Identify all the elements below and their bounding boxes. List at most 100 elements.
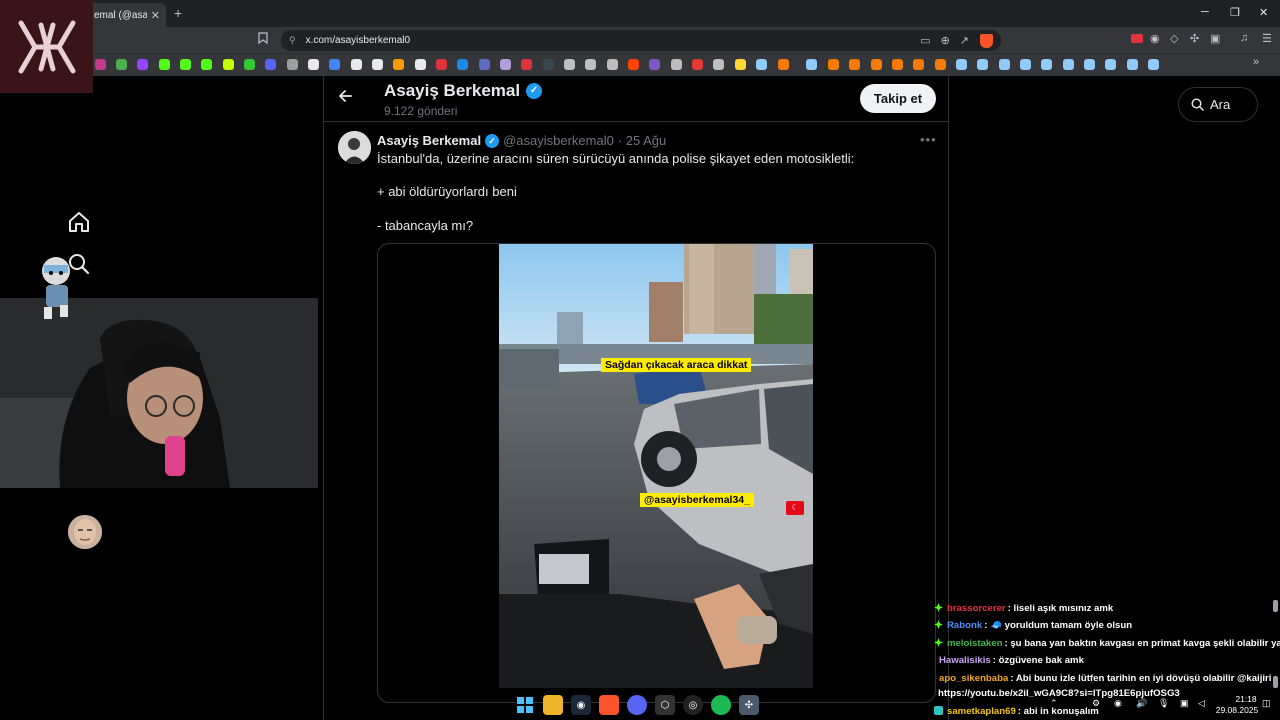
bookmark-icon[interactable]	[828, 59, 839, 70]
more-options-icon[interactable]: •••	[920, 132, 937, 147]
extension-icon[interactable]	[1130, 32, 1144, 47]
volume-icon[interactable]: 🔊	[1136, 698, 1147, 709]
bookmark-icon[interactable]	[393, 59, 404, 70]
discord-icon[interactable]	[627, 695, 647, 715]
share-icon[interactable]: ↗	[960, 34, 969, 47]
bookmark-icon[interactable]	[415, 59, 426, 70]
bookmark-icon[interactable]	[564, 59, 575, 70]
site-info-icon[interactable]: ⚲	[289, 35, 296, 46]
bookmark-icon[interactable]	[159, 59, 170, 70]
media-icon[interactable]: ♫	[1240, 32, 1248, 44]
bookmark-icon[interactable]	[585, 59, 596, 70]
bookmark-icon[interactable]	[1041, 59, 1052, 70]
bookmark-icon[interactable]	[137, 59, 148, 70]
browser-tab[interactable]: emal (@asayi ✕	[88, 3, 166, 27]
bookmark-icon[interactable]	[935, 59, 946, 70]
clock-date[interactable]: 29.08.2025	[1212, 705, 1262, 715]
address-bar[interactable]: ⚲ x.com/asayisberkemal0 ▭ ⊕ ↗	[281, 30, 1001, 51]
bookmark-icon[interactable]	[628, 59, 639, 70]
bookmark-icon[interactable]	[521, 59, 532, 70]
rewards-icon[interactable]: ◇	[1170, 32, 1178, 45]
steam-icon[interactable]: ◉	[571, 695, 591, 715]
maximize-button[interactable]: ❐	[1230, 6, 1240, 19]
bookmark-icon[interactable]	[956, 59, 967, 70]
bookmark-icon[interactable]	[1063, 59, 1074, 70]
bookmark-icon[interactable]	[806, 59, 817, 70]
bookmark-icon[interactable]	[892, 59, 903, 70]
bookmark-icon[interactable]	[308, 59, 319, 70]
bookmark-icon[interactable]	[258, 32, 268, 47]
bookmark-icon[interactable]	[372, 59, 383, 70]
mic-icon[interactable]: 🎙	[1158, 698, 1169, 709]
tweet-date[interactable]: · 25 Ağu	[618, 133, 666, 148]
steam-tray-icon[interactable]: ◉	[1114, 698, 1122, 709]
bookmark-icon[interactable]	[500, 59, 511, 70]
bookmark-icon[interactable]	[287, 59, 298, 70]
bookmark-icon[interactable]	[1084, 59, 1095, 70]
bookmark-icon[interactable]	[116, 59, 127, 70]
bookmark-icon[interactable]	[436, 59, 447, 70]
clock-time[interactable]: 21:18	[1226, 694, 1266, 704]
bookmark-icon[interactable]	[778, 59, 789, 70]
tray-chevron-icon[interactable]: ⌃	[1050, 698, 1058, 709]
new-tab-button[interactable]: +	[174, 5, 182, 21]
tray-app-icon[interactable]: ⚙	[1092, 698, 1100, 709]
app-icon[interactable]: ◎	[683, 695, 703, 715]
tweet-video[interactable]: Sağdan çıkacak araca dikkat @asayisberke…	[499, 244, 813, 688]
network-icon[interactable]: ▣	[1180, 698, 1189, 709]
more-bookmarks-icon[interactable]: »	[1253, 56, 1259, 68]
bookmark-icon[interactable]	[1105, 59, 1116, 70]
bookmark-icon[interactable]	[223, 59, 234, 70]
bookmark-icon[interactable]	[543, 59, 554, 70]
bookmark-icon[interactable]	[671, 59, 682, 70]
brave-icon[interactable]	[599, 695, 619, 715]
wallet-icon[interactable]: ◉	[1150, 32, 1160, 45]
bookmark-icon[interactable]	[351, 59, 362, 70]
tab-close-icon[interactable]: ✕	[151, 9, 160, 22]
search-box[interactable]: Ara	[1178, 87, 1258, 122]
author-avatar[interactable]	[338, 131, 371, 164]
bookmark-icon[interactable]	[1020, 59, 1031, 70]
speaker-icon[interactable]: ◁	[1198, 698, 1205, 709]
scrollbar-thumb[interactable]	[1273, 600, 1278, 612]
tweet-author-name[interactable]: Asayiş Berkemal	[377, 133, 481, 148]
follow-button[interactable]: Takip et	[860, 84, 936, 113]
bookmark-icon[interactable]	[95, 59, 106, 70]
start-icon[interactable]	[515, 695, 535, 715]
bookmark-icon[interactable]	[607, 59, 618, 70]
bookmark-icon[interactable]	[1148, 59, 1159, 70]
minimize-button[interactable]: ─	[1201, 6, 1209, 18]
bookmark-icon[interactable]	[999, 59, 1010, 70]
zoom-icon[interactable]: ⊕	[941, 34, 950, 47]
bookmark-icon[interactable]	[201, 59, 212, 70]
file-explorer-icon[interactable]	[543, 695, 563, 715]
app-icon[interactable]: ✣	[739, 695, 759, 715]
sidebar-icon[interactable]: ▣	[1210, 32, 1220, 45]
bookmark-icon[interactable]	[244, 59, 255, 70]
bookmark-icon[interactable]	[479, 59, 490, 70]
bookmark-icon[interactable]	[1127, 59, 1138, 70]
tweet-handle[interactable]: @asayisberkemal0	[503, 133, 614, 148]
bookmark-icon[interactable]	[329, 59, 340, 70]
bookmark-icon[interactable]	[457, 59, 468, 70]
scrollbar-thumb[interactable]	[1273, 676, 1278, 688]
bookmark-icon[interactable]	[692, 59, 703, 70]
bookmark-icon[interactable]	[913, 59, 924, 70]
cast-icon[interactable]: ▭	[920, 34, 930, 47]
home-icon[interactable]	[67, 210, 91, 234]
bookmark-icon[interactable]	[871, 59, 882, 70]
back-arrow-icon[interactable]	[337, 88, 353, 109]
bookmark-icon[interactable]	[180, 59, 191, 70]
spotify-icon[interactable]	[711, 695, 731, 715]
bookmark-icon[interactable]	[713, 59, 724, 70]
folder-icon[interactable]	[735, 59, 746, 70]
bookmark-icon[interactable]	[756, 59, 767, 70]
bookmark-icon[interactable]	[649, 59, 660, 70]
menu-icon[interactable]: ☰	[1262, 32, 1272, 45]
bookmark-icon[interactable]	[265, 59, 276, 70]
extensions-icon[interactable]: ✣	[1190, 32, 1199, 45]
obs-icon[interactable]: ⬡	[655, 695, 675, 715]
brave-shields-icon[interactable]	[980, 33, 993, 48]
close-window-button[interactable]: ✕	[1259, 6, 1268, 19]
bookmark-icon[interactable]	[849, 59, 860, 70]
